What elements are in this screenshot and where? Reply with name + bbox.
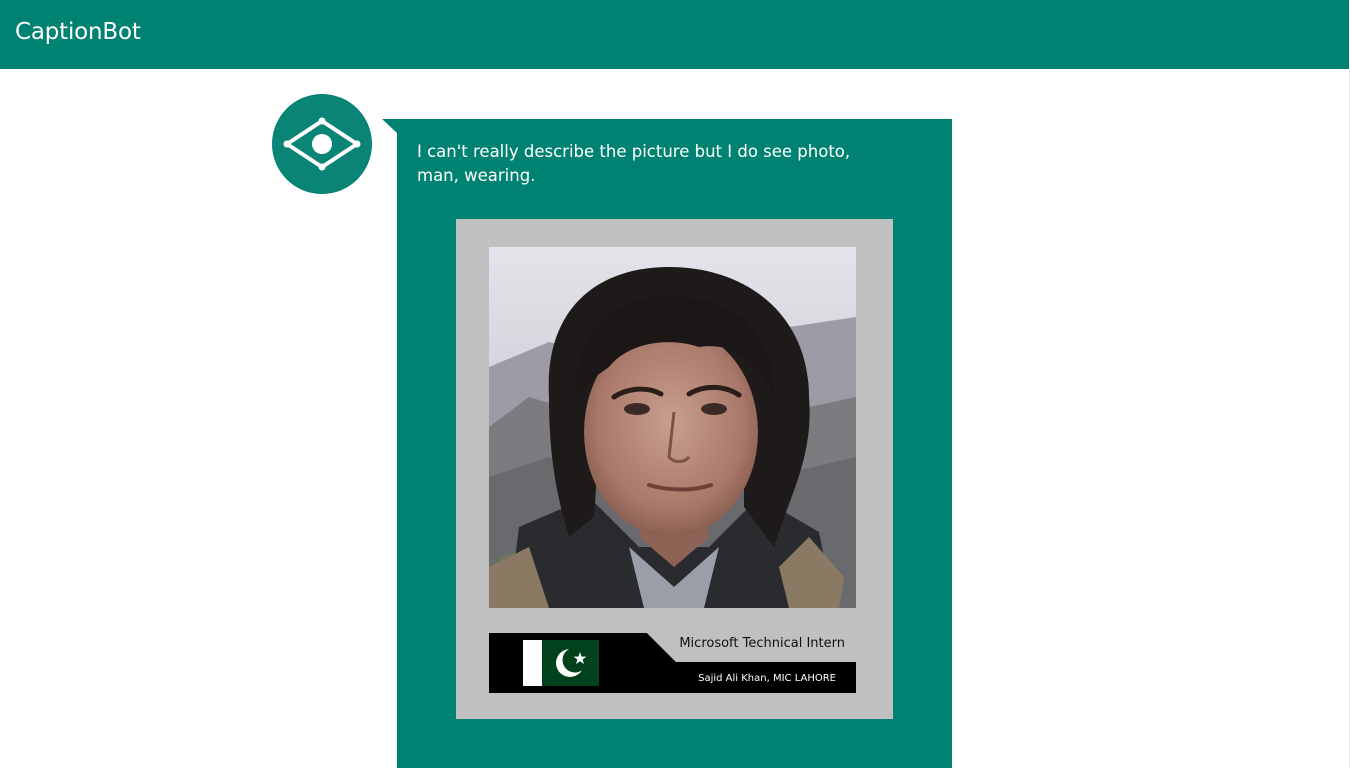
intern-banner: Microsoft Technical Intern Sajid Ali Kha… xyxy=(489,633,856,693)
eye-icon xyxy=(273,95,371,193)
banner-subtitle: Sajid Ali Khan, MIC LAHORE xyxy=(698,673,836,684)
pakistan-flag-icon xyxy=(523,640,599,686)
bubble-tail xyxy=(382,119,397,133)
caption-text: I can't really describe the picture but … xyxy=(417,142,851,185)
bot-avatar xyxy=(272,94,372,194)
banner-title: Microsoft Technical Intern xyxy=(679,636,845,651)
top-bar: CaptionBot xyxy=(0,0,1349,69)
uploaded-photo-frame: Microsoft Technical Intern Sajid Ali Kha… xyxy=(456,219,893,719)
app-title: CaptionBot xyxy=(15,19,141,45)
bot-message-bubble: I can't really describe the picture but … xyxy=(397,119,952,768)
portrait-photo xyxy=(489,247,856,608)
